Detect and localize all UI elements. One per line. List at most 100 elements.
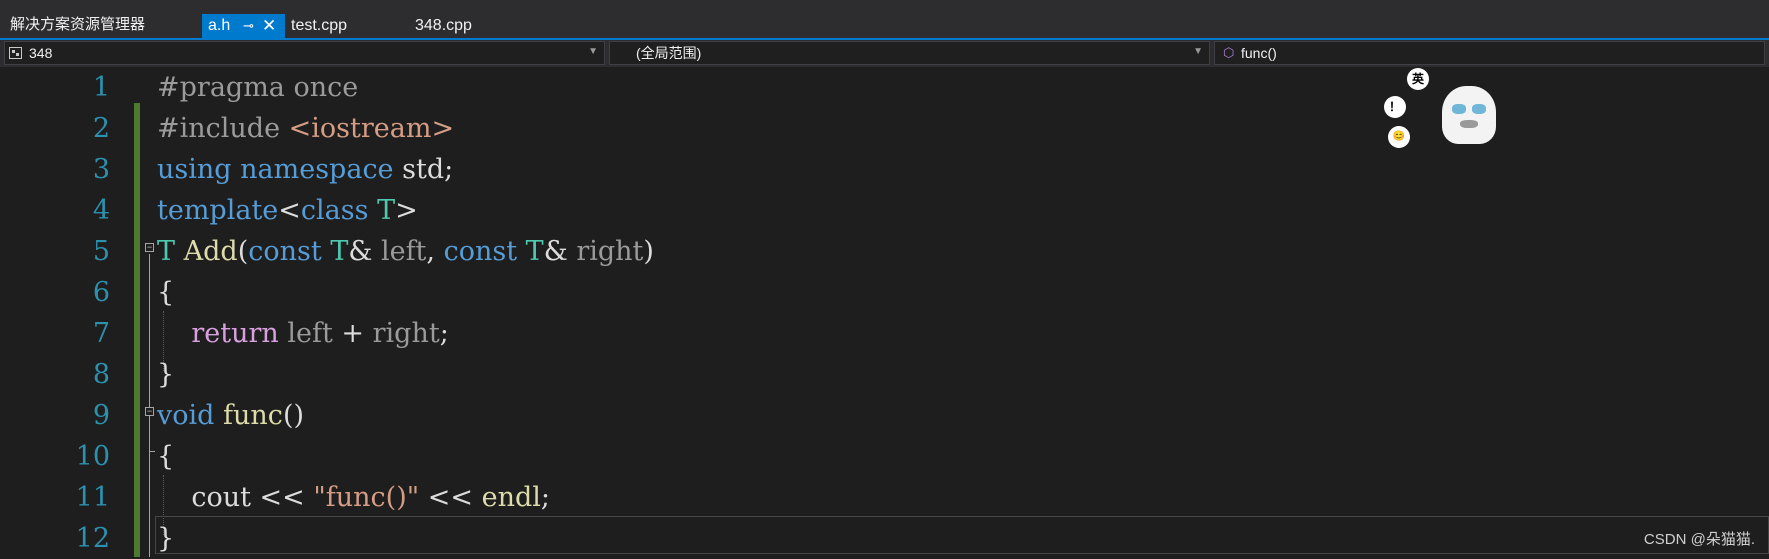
- line-number: 7: [92, 318, 110, 349]
- type-token: T: [330, 236, 349, 267]
- speech-bubble: 😊: [1388, 126, 1410, 148]
- member-name: func(): [1241, 45, 1277, 61]
- tab-label: 348.cpp: [415, 17, 472, 34]
- function-name-token: func: [223, 400, 283, 431]
- line-number: 12: [75, 523, 110, 554]
- identifier-token: std;: [393, 154, 454, 185]
- code-text: {: [157, 436, 174, 477]
- tab-label: test.cpp: [291, 17, 348, 34]
- line-number: 5: [92, 236, 110, 267]
- code-line: 9 void func(): [0, 395, 1769, 436]
- punctuation-token: &: [543, 236, 577, 267]
- keyword-token: const: [443, 236, 518, 267]
- parameter-token: left: [287, 318, 333, 349]
- code-text: using namespace std;: [157, 149, 453, 190]
- function-name-token: endl: [481, 482, 541, 513]
- tab-348-cpp[interactable]: 348.cpp: [405, 14, 525, 38]
- operator-token: <<: [419, 482, 482, 513]
- code-text: }: [157, 354, 174, 395]
- code-line: 10 {: [0, 436, 1769, 477]
- include-path-token: <iostream>: [288, 113, 455, 144]
- member-dropdown[interactable]: ⬡ func(): [1214, 41, 1765, 65]
- code-text: }: [157, 518, 174, 559]
- close-icon[interactable]: ✕: [262, 14, 276, 38]
- line-number: 4: [92, 195, 110, 226]
- string-literal-token: "func()": [313, 482, 420, 513]
- brace-token: {: [157, 441, 175, 472]
- scope-name: (全局范围): [636, 45, 702, 61]
- project-name: 348: [29, 45, 53, 61]
- preprocessor-token: #include: [157, 113, 289, 144]
- keyword-token: template: [157, 195, 279, 226]
- preprocessor-token: #pragma once: [157, 72, 359, 103]
- punctuation-token: &: [348, 236, 381, 267]
- parameter-token: right: [372, 318, 440, 349]
- sticker-image: 英 ！ 😊: [1384, 68, 1504, 156]
- brace-token: }: [157, 523, 175, 554]
- eye: [1452, 104, 1466, 114]
- watermark: CSDN @朵猫猫.: [1643, 531, 1755, 548]
- punctuation-token: ): [643, 236, 654, 267]
- mouth: [1460, 120, 1478, 128]
- line-number: 2: [92, 113, 110, 144]
- project-icon: [9, 47, 22, 59]
- speech-bubble: ！: [1384, 96, 1406, 118]
- code-text: void func(): [157, 395, 304, 436]
- punctuation-token: (: [237, 236, 249, 267]
- brace-token: }: [157, 359, 175, 390]
- punctuation-token: (): [282, 400, 305, 431]
- code-text: #pragma once: [157, 67, 358, 108]
- line-number: 10: [75, 441, 110, 472]
- identifier-token: cout <<: [157, 482, 314, 513]
- tab-test-cpp[interactable]: test.cpp: [285, 14, 405, 38]
- keyword-token: using namespace: [157, 154, 394, 185]
- line-number: 8: [92, 359, 110, 390]
- bear-face-icon: [1442, 86, 1496, 144]
- line-number: 1: [92, 72, 110, 103]
- code-line: 12 }: [0, 518, 1769, 559]
- code-line: 8 }: [0, 354, 1769, 395]
- speech-bubble: 英: [1407, 68, 1429, 90]
- brace-token: {: [157, 277, 175, 308]
- type-token: T: [157, 236, 176, 267]
- code-line: 7 return left + right;: [0, 313, 1769, 354]
- keyword-token: void: [157, 400, 215, 431]
- code-text: T Add(const T& left, const T& right): [157, 231, 654, 272]
- solution-explorer-tab[interactable]: 解决方案资源管理器: [10, 15, 145, 35]
- pin-icon[interactable]: ⊸: [243, 14, 254, 38]
- code-line: 6 {: [0, 272, 1769, 313]
- code-text: {: [157, 272, 174, 313]
- code-text: #include <iostream>: [157, 108, 454, 149]
- eye: [1472, 104, 1486, 114]
- parameter-token: left: [380, 236, 427, 267]
- keyword-token: class: [300, 195, 369, 226]
- chevron-down-icon: ▼: [588, 46, 598, 57]
- tab-label: a.h: [208, 17, 231, 34]
- line-number: 11: [75, 482, 110, 513]
- function-name-token: Add: [183, 236, 238, 267]
- code-line: 4 template<class T>: [0, 190, 1769, 231]
- punctuation-token: >: [395, 195, 418, 226]
- navigation-bar: 348 ▼ (全局范围) ▼ ⬡ func(): [0, 40, 1769, 67]
- type-token: T: [377, 195, 396, 226]
- punctuation-token: ;: [540, 482, 550, 513]
- code-text: return left + right;: [157, 313, 448, 354]
- document-tab-bar: 解决方案资源管理器 a.h ⊸ ✕ test.cpp 348.cpp: [0, 0, 1769, 40]
- scope-dropdown[interactable]: (全局范围) ▼: [609, 41, 1210, 65]
- punctuation-token: ,: [426, 236, 444, 267]
- chevron-down-icon: ▼: [1193, 46, 1203, 57]
- code-text: template<class T>: [157, 190, 418, 231]
- line-number: 3: [92, 154, 110, 185]
- code-line: 11 cout << "func()" << endl;: [0, 477, 1769, 518]
- line-number: 9: [92, 400, 110, 431]
- project-dropdown[interactable]: 348 ▼: [4, 41, 605, 65]
- control-keyword-token: return: [191, 318, 279, 349]
- tab-a-h[interactable]: a.h ⊸ ✕: [202, 14, 285, 38]
- operator-token: +: [332, 318, 373, 349]
- code-line: 5 T Add(const T& left, const T& right): [0, 231, 1769, 272]
- keyword-token: const: [248, 236, 322, 267]
